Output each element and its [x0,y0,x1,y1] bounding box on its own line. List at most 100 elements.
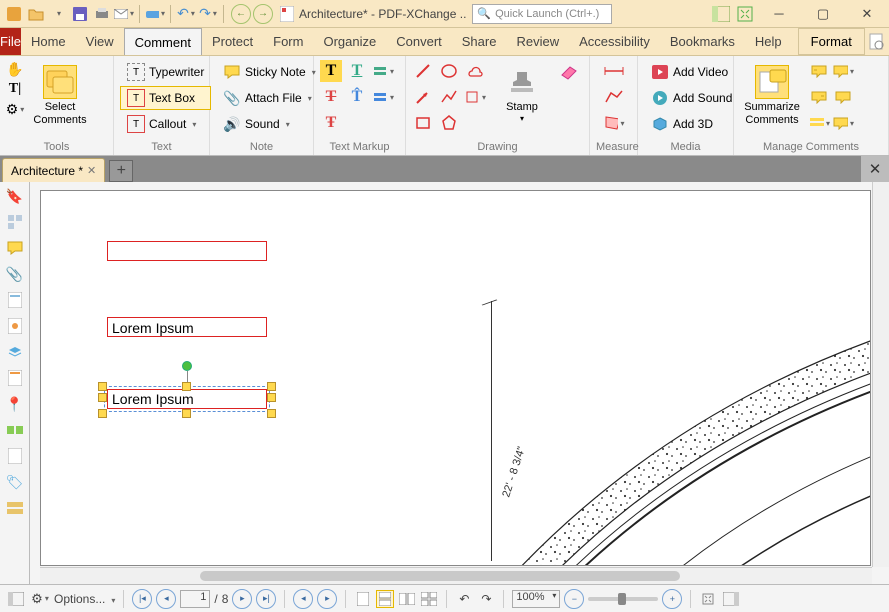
tab-comment[interactable]: Comment [124,28,202,55]
distance-icon[interactable] [603,60,625,82]
tab-convert[interactable]: Convert [386,28,452,55]
mail-icon[interactable] [114,4,134,24]
close-button[interactable]: ✕ [845,0,889,28]
bookmarks-panel-icon[interactable]: 🔖 [5,186,25,206]
scan-icon[interactable] [145,4,165,24]
maximize-button[interactable]: ▢ [801,0,845,28]
fields-panel-icon[interactable] [5,290,25,310]
cloud-icon[interactable] [464,60,486,82]
resize-handle[interactable] [182,382,191,391]
comment-nav-next-icon[interactable] [808,86,830,108]
oval-icon[interactable] [438,60,460,82]
rotate-cw-icon[interactable]: ↷ [477,590,495,608]
select-comments-button[interactable]: Select Comments [28,60,92,132]
open-icon[interactable] [26,4,46,24]
resize-handle[interactable] [98,409,107,418]
app-menu-icon[interactable] [4,4,24,24]
fit-icon[interactable] [733,2,757,26]
vertical-scrollbar[interactable] [872,182,889,567]
pan-zoom-panel-icon[interactable] [5,420,25,440]
properties-panel-icon[interactable] [5,498,25,518]
text-box-annotation-3-selected[interactable]: Lorem Ipsum [99,383,275,417]
comment-nav-prev-icon[interactable] [808,60,830,82]
layers-panel-icon[interactable] [5,342,25,362]
panel-toggle-icon[interactable] [6,589,26,609]
attach-file-button[interactable]: 📎Attach File [216,86,323,110]
ui-layout-icon[interactable] [709,2,733,26]
text-box-annotation-2[interactable]: Lorem Ipsum [107,317,267,337]
content-panel-icon[interactable] [5,368,25,388]
polygon-icon[interactable] [438,112,460,134]
new-tab-button[interactable]: + [109,160,133,182]
rotation-handle[interactable] [182,361,192,371]
document-tab-active[interactable]: Architecture * ✕ [2,158,105,182]
resize-handle[interactable] [267,382,276,391]
last-page-button[interactable]: ▸| [256,589,276,609]
hand-tool-icon[interactable]: ✋ [6,60,24,78]
sound-button[interactable]: 🔊Sound [216,112,323,136]
page-number-input[interactable]: 1 [180,590,210,608]
first-page-button[interactable]: |◂ [132,589,152,609]
nav-back-icon[interactable]: ← [231,4,251,24]
tab-share[interactable]: Share [452,28,507,55]
destinations-panel-icon[interactable]: 📍 [5,394,25,414]
layout-single-icon[interactable] [354,590,372,608]
print-icon[interactable] [92,4,112,24]
insert-text-icon[interactable]: T̂ [346,86,368,108]
add-video-button[interactable]: Add Video [644,60,739,84]
file-menu[interactable]: File [0,28,21,55]
replace-text-icon[interactable]: Ŧ [320,112,342,134]
markup-more-1[interactable] [372,60,394,82]
comment-list-icon[interactable] [808,112,830,134]
quick-launch-input[interactable]: 🔍 Quick Launch (Ctrl+.) [472,4,612,24]
minimize-button[interactable]: ─ [757,0,801,28]
save-icon[interactable] [70,4,90,24]
tab-organize[interactable]: Organize [313,28,386,55]
open-dropdown[interactable] [48,4,68,24]
eraser-icon[interactable] [558,60,580,82]
stamps-panel-icon[interactable] [5,446,25,466]
resize-handle[interactable] [267,393,276,402]
tab-close-icon[interactable]: ✕ [87,164,96,177]
signatures-panel-icon[interactable] [5,316,25,336]
show-comments-icon[interactable] [832,60,854,82]
zoom-out-button[interactable]: − [564,589,584,609]
resize-handle[interactable] [98,382,107,391]
select-text-icon[interactable]: T| [6,80,24,98]
tab-bookmarks[interactable]: Bookmarks [660,28,745,55]
fit-page-icon[interactable] [699,590,717,608]
add-3d-button[interactable]: Add 3D [644,112,739,136]
options-gear-icon[interactable]: ⚙ [30,589,50,609]
zoom-in-button[interactable]: + [662,589,682,609]
typewriter-button[interactable]: TTypewriter [120,60,211,84]
horizontal-scrollbar[interactable] [40,567,872,584]
tab-protect[interactable]: Protect [202,28,263,55]
stamp-button[interactable]: Stamp▾ [490,60,554,129]
highlight-icon[interactable]: T [320,60,342,82]
options-dropdown[interactable] [109,592,115,606]
markup-more-2[interactable] [372,86,394,108]
resize-handle[interactable] [267,409,276,418]
layout-facing-cont-icon[interactable] [420,590,438,608]
drawing-more-1[interactable] [464,86,486,108]
export-comments-icon[interactable] [832,112,854,134]
rectangle-icon[interactable] [412,112,434,134]
text-box-3-content[interactable]: Lorem Ipsum [107,389,267,409]
tab-format[interactable]: Format [798,28,865,55]
strikeout-icon[interactable]: T [320,86,342,108]
tab-review[interactable]: Review [506,28,569,55]
resize-handle[interactable] [98,393,107,402]
add-sound-button[interactable]: Add Sound [644,86,739,110]
zoom-slider[interactable] [588,597,658,601]
zoom-slider-knob[interactable] [618,593,626,605]
underline-icon[interactable]: T [346,60,368,82]
import-comments-icon[interactable] [832,86,854,108]
text-box-annotation-1[interactable] [107,241,267,261]
pdf-page[interactable]: Lorem Ipsum Lorem Ipsum [40,190,871,566]
scrollbar-thumb[interactable] [200,571,680,581]
nav-forward-icon[interactable]: → [253,4,273,24]
arrow-icon[interactable] [412,86,434,108]
line-icon[interactable] [412,60,434,82]
polyline-icon[interactable] [438,86,460,108]
thumbnails-panel-icon[interactable] [5,212,25,232]
